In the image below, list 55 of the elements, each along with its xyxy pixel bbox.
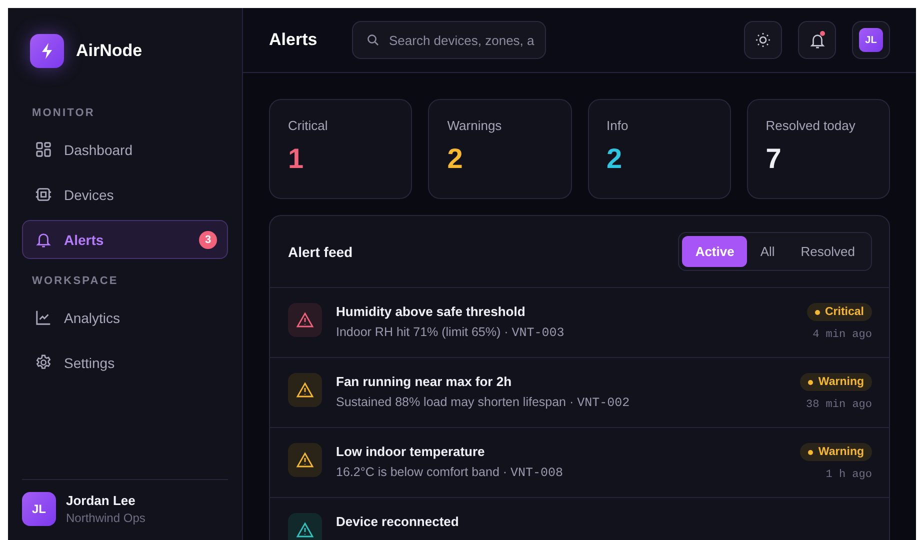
sidebar-item[interactable]: Dashboard	[22, 130, 228, 169]
alert-title: Low indoor temperature	[336, 444, 486, 459]
severity-badge: Critical	[807, 303, 872, 321]
alert-row[interactable]: Device reconnected	[270, 498, 889, 540]
filter-tab[interactable]: Resolved	[788, 236, 868, 267]
search-icon	[367, 34, 379, 46]
section-heading: WORKSPACE	[31, 274, 120, 289]
alert-time: 38 min ago	[806, 399, 872, 411]
sidebar-item[interactable]: Analytics	[22, 298, 228, 337]
sidebar-item[interactable]: Devices	[22, 175, 228, 214]
sun-icon	[755, 32, 771, 48]
notifications-button[interactable]	[798, 21, 836, 59]
stat-label: Info	[606, 118, 630, 133]
alert-detail: 16.2°C is below comfort band · VNT-008	[336, 465, 564, 480]
lightning-logo-icon	[30, 34, 64, 68]
filter-tab[interactable]: All	[747, 236, 788, 267]
user-name: Jordan Lee	[66, 493, 136, 508]
settings-icon	[35, 354, 52, 371]
stat-value: 7	[766, 143, 782, 175]
sidebar-item[interactable]: Alerts 3	[22, 220, 228, 259]
severity-badge: Warning	[800, 443, 872, 461]
grid-icon	[35, 141, 52, 158]
alert-row[interactable]: Humidity above safe threshold Indoor RH hit 71% (limit 65%) · VNT-003 Critical 4 min ago	[270, 288, 889, 358]
bell-icon	[808, 32, 826, 48]
stat-value: 1	[288, 143, 305, 175]
section-heading: MONITOR	[31, 106, 96, 121]
panel-title: Alert feed	[288, 244, 353, 260]
sidebar-item[interactable]: Settings	[22, 343, 228, 382]
alert-detail: Sustained 88% load may shorten lifespan · VNT-002	[336, 395, 631, 410]
alert-time: 4 min ago	[812, 329, 872, 341]
alert-time: 1 h ago	[826, 469, 872, 481]
alert-detail: Indoor RH hit 71% (limit 65%) · VNT-003	[336, 325, 566, 340]
count-badge: 3	[199, 230, 217, 248]
alert-title: Humidity above safe threshold	[336, 304, 526, 319]
page-title: Alerts	[269, 30, 318, 50]
line-chart-icon	[35, 309, 52, 326]
stat-label: Warnings	[447, 118, 503, 133]
stat-label: Resolved today	[766, 118, 856, 133]
stat-label: Critical	[288, 118, 329, 133]
user-avatar: JL	[22, 492, 56, 526]
filter-tab[interactable]: Active	[682, 236, 748, 267]
alert-row[interactable]: Fan running near max for 2h Sustained 88% load may shorten lifespan · VNT-002 Warning 38 min ago	[270, 358, 889, 428]
bell-icon	[35, 231, 52, 248]
theme-toggle-button[interactable]	[744, 21, 782, 59]
brand-name: AirNode	[76, 41, 142, 61]
alert-row[interactable]: Low indoor temperature 16.2°C is below comfort band · VNT-008 Warning 1 h ago	[270, 428, 889, 498]
search-field[interactable]: Search devices, zones, a	[352, 21, 546, 59]
stat-value: 2	[606, 143, 624, 175]
stat-value: 2	[447, 143, 464, 175]
user-org: Northwind Ops	[66, 511, 146, 525]
severity-badge: Warning	[800, 373, 872, 391]
chip-icon	[35, 186, 52, 203]
alert-title: Fan running near max for 2h	[336, 374, 513, 389]
avatar-button[interactable]: JL	[852, 21, 890, 59]
alert-title: Device reconnected	[336, 514, 460, 529]
